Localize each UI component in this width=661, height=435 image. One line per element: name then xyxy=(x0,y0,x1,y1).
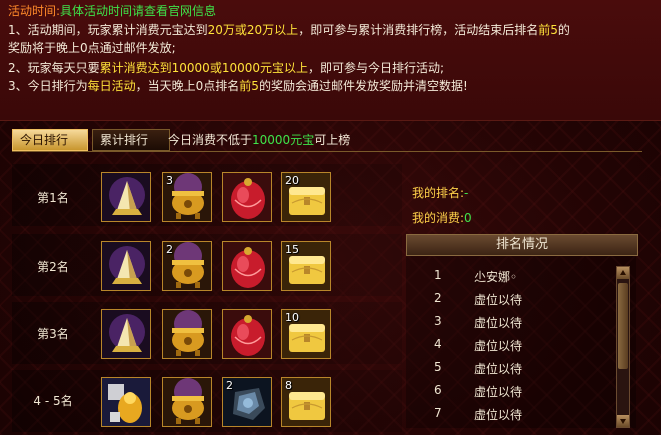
reward-item-slot[interactable] xyxy=(101,377,151,427)
reward-item-slot[interactable] xyxy=(222,241,272,291)
activity-time-line: 活动时间:具体活动时间请查看官网信息 xyxy=(8,3,216,20)
player-name: 虚位以待 xyxy=(474,339,523,353)
note-highlight: 10000元宝 xyxy=(252,133,315,147)
rank-number: 3 xyxy=(434,314,442,328)
tab-divider xyxy=(12,151,642,152)
reward-item-slot[interactable] xyxy=(101,172,151,222)
my-rank: 我的排名:- xyxy=(412,184,468,201)
rule-text: 1、活动期间，玩家累计消费元宝达到 xyxy=(8,23,208,37)
rule-highlight: 前5 xyxy=(538,23,558,37)
ranking-scrollbar[interactable] xyxy=(616,266,630,428)
rule-highlight: 20万或20万以上 xyxy=(207,23,299,37)
list-item: 1 尐安娜◦ xyxy=(406,268,616,290)
list-item: 5 虚位以待 xyxy=(406,360,616,382)
scroll-down-button[interactable] xyxy=(617,415,629,427)
rule-highlight: 每日活动 xyxy=(87,79,136,93)
scroll-up-button[interactable] xyxy=(617,267,629,279)
rule-highlight: 累计消费达到10000或10000元宝以上 xyxy=(99,61,308,75)
rule-text: 奖励将于晚上0点通过邮件发放; xyxy=(8,41,176,55)
tab-note: 今日消费不低于10000元宝可上榜 xyxy=(168,131,350,148)
list-item: 2 虚位以待 xyxy=(406,291,616,313)
info-panel: 活动时间:具体活动时间请查看官网信息 1、活动期间，玩家累计消费元宝达到20万或… xyxy=(0,0,661,121)
tab-total-ranking[interactable]: 累计排行 xyxy=(92,129,170,151)
item-count: 2 xyxy=(226,379,233,392)
list-item: 7 虚位以待 xyxy=(406,406,616,428)
rank-label-4-5: 4 - 5名 xyxy=(33,394,73,408)
reward-item-slot[interactable] xyxy=(162,377,212,427)
reward-item-slot[interactable] xyxy=(101,309,151,359)
reward-item-slot[interactable] xyxy=(222,309,272,359)
reward-item-slot[interactable]: 20 xyxy=(281,172,331,222)
rule-text: ，当天晚上0点排名 xyxy=(135,79,240,93)
activity-time-value: 具体活动时间请查看官网信息 xyxy=(60,4,217,18)
rank-label-2: 第2名 xyxy=(37,260,69,274)
player-name: 尐安娜◦ xyxy=(474,270,518,284)
rule-text: 3、今日排行为 xyxy=(8,79,88,93)
rule-line-2: 奖励将于晚上0点通过邮件发放; xyxy=(8,40,176,57)
note-text: 可上榜 xyxy=(314,133,351,147)
reward-item-slot[interactable]: 10 xyxy=(281,309,331,359)
reward-item-slot[interactable]: 2 xyxy=(222,377,272,427)
rule-line-3: 2、玩家每天只要累计消费达到10000或10000元宝以上，即可参与今日排行活动… xyxy=(8,60,444,77)
list-item: 3 虚位以待 xyxy=(406,314,616,336)
rule-text: 的 xyxy=(557,23,570,37)
rule-line-1: 1、活动期间，玩家累计消费元宝达到20万或20万以上，即可参与累计消费排行榜，活… xyxy=(8,22,570,39)
reward-item-slot[interactable] xyxy=(162,309,212,359)
rule-text: 的奖励会通过邮件发放奖励并清空数据! xyxy=(258,79,468,93)
rank-number: 4 xyxy=(434,337,442,351)
rank-number: 5 xyxy=(434,360,442,374)
list-item: 4 虚位以待 xyxy=(406,337,616,359)
item-count: 10 xyxy=(285,311,299,324)
my-rank-value: - xyxy=(464,186,469,200)
reward-item-slot[interactable] xyxy=(101,241,151,291)
rank-label-1: 第1名 xyxy=(37,191,69,205)
ranking-header: 排名情况 xyxy=(406,234,638,256)
player-name: 虚位以待 xyxy=(474,408,523,422)
reward-item-slot[interactable]: 2 xyxy=(162,241,212,291)
rule-text: ，即可参与今日排行活动; xyxy=(308,61,445,75)
rank-label-3: 第3名 xyxy=(37,327,69,341)
rule-text: ，即可参与累计消费排行榜，活动结束后排名 xyxy=(298,23,539,37)
my-spend: 我的消费:0 xyxy=(412,209,472,226)
rank-number: 1 xyxy=(434,268,442,282)
my-spend-label: 我的消费: xyxy=(412,211,465,225)
reward-item-slot[interactable]: 15 xyxy=(281,241,331,291)
rank-number: 2 xyxy=(434,291,442,305)
player-name: 虚位以待 xyxy=(474,385,523,399)
item-count: 20 xyxy=(285,174,299,187)
my-spend-value: 0 xyxy=(464,211,472,225)
player-name: 虚位以待 xyxy=(474,316,523,330)
item-count: 15 xyxy=(285,243,299,256)
ranking-list: 1 尐安娜◦ 2 虚位以待 3 虚位以待 4 虚位以待 5 虚位以待 6 虚位以待 7 虚位以… xyxy=(406,256,636,428)
my-rank-label: 我的排名: xyxy=(412,186,465,200)
note-text: 今日消费不低于 xyxy=(168,133,253,147)
reward-item-slot[interactable] xyxy=(222,172,272,222)
item-count: 3 xyxy=(166,174,173,187)
item-count: 2 xyxy=(166,243,173,256)
rank-number: 6 xyxy=(434,383,442,397)
rule-text: 2、玩家每天只要 xyxy=(8,61,100,75)
rank-number: 7 xyxy=(434,406,442,420)
activity-time-label: 活动时间: xyxy=(8,4,61,18)
reward-item-slot[interactable]: 8 xyxy=(281,377,331,427)
rule-line-4: 3、今日排行为每日活动，当天晚上0点排名前5的奖励会通过邮件发放奖励并清空数据! xyxy=(8,78,468,95)
player-name: 虚位以待 xyxy=(474,293,523,307)
tab-today-ranking[interactable]: 今日排行 xyxy=(12,129,88,151)
player-name: 虚位以待 xyxy=(474,362,523,376)
reward-item-slot[interactable]: 3 xyxy=(162,172,212,222)
scroll-thumb[interactable] xyxy=(618,283,628,369)
item-count: 8 xyxy=(285,379,292,392)
list-item: 6 虚位以待 xyxy=(406,383,616,405)
rule-highlight: 前5 xyxy=(239,79,259,93)
